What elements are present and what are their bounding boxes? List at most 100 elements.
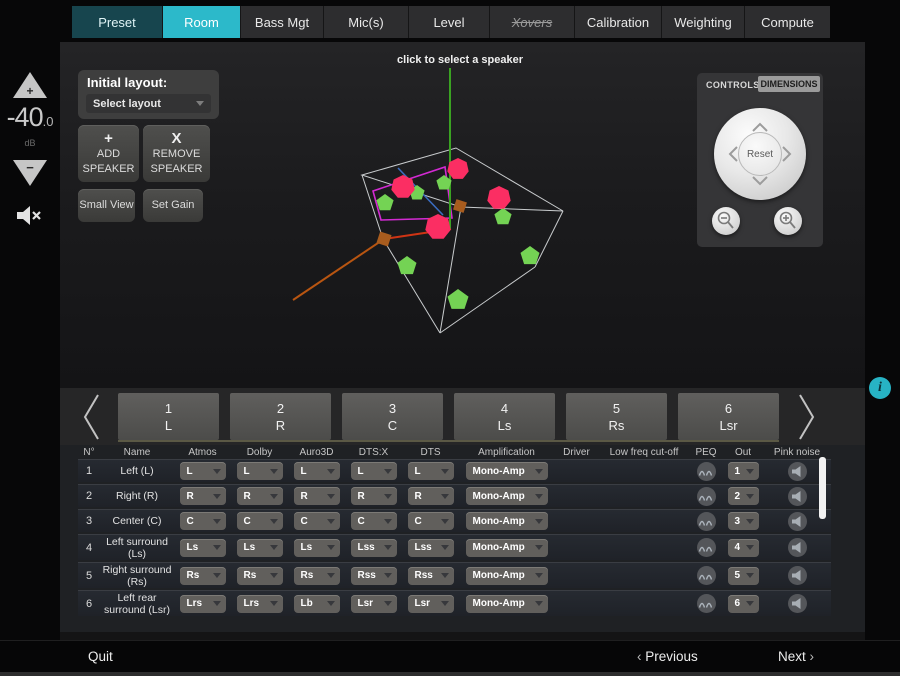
tab-room[interactable]: Room	[163, 6, 241, 38]
chevron-down-icon	[327, 494, 335, 499]
speaker-card-4[interactable]: 4Ls	[454, 393, 555, 440]
out-select[interactable]: 3	[728, 512, 759, 530]
auro3d-select[interactable]: R	[294, 487, 340, 505]
chevron-down-icon	[384, 469, 392, 474]
reset-button[interactable]: Reset	[738, 132, 782, 176]
dtsx-select[interactable]: L	[351, 462, 397, 480]
speaker-card-1[interactable]: 1L	[118, 393, 219, 440]
next-button[interactable]: Next ›	[778, 649, 814, 664]
pink-noise-button[interactable]	[788, 512, 807, 531]
pink-noise-button[interactable]	[788, 538, 807, 557]
auro3d-select[interactable]: Ls	[294, 539, 340, 557]
pink-noise-button[interactable]	[788, 566, 807, 585]
dts-select[interactable]: L	[408, 462, 454, 480]
dts-select[interactable]: Rss	[408, 567, 454, 585]
dts-select[interactable]: R	[408, 487, 454, 505]
atmos-select[interactable]: Ls	[180, 539, 226, 557]
pink-noise-button[interactable]	[788, 594, 807, 613]
auro3d-select[interactable]: C	[294, 512, 340, 530]
amplification-select[interactable]: Mono-Amp	[466, 595, 548, 613]
amplification-select[interactable]: Mono-Amp	[466, 487, 548, 505]
zoom-in-button[interactable]	[774, 207, 802, 235]
dolby-select[interactable]: Rs	[237, 567, 283, 585]
add-speaker-button[interactable]: + ADD SPEAKER	[78, 125, 139, 182]
speaker-card-2[interactable]: 2R	[230, 393, 331, 440]
previous-button[interactable]: ‹ Previous	[637, 649, 698, 664]
amplification-select[interactable]: Mono-Amp	[466, 512, 548, 530]
small-view-button[interactable]: Small View	[78, 189, 135, 222]
dtsx-select[interactable]: Lss	[351, 539, 397, 557]
dtsx-select[interactable]: Lsr	[351, 595, 397, 613]
peq-button[interactable]	[697, 594, 716, 613]
zoom-out-button[interactable]	[712, 207, 740, 235]
atmos-select[interactable]: R	[180, 487, 226, 505]
dolby-select[interactable]: C	[237, 512, 283, 530]
chevron-down-icon	[270, 494, 278, 499]
auro3d-select[interactable]: Rs	[294, 567, 340, 585]
tab-compute[interactable]: Compute	[745, 6, 830, 38]
volume-up-button[interactable]: +	[12, 70, 48, 100]
table-scrollbar-thumb[interactable]	[819, 457, 826, 519]
eq-curve-icon	[698, 542, 714, 553]
room-3d-view[interactable]	[240, 50, 710, 390]
chevron-down-icon	[746, 601, 754, 606]
atmos-select[interactable]: L	[180, 462, 226, 480]
tab-dimensions[interactable]: DIMENSIONS	[758, 76, 820, 92]
out-select[interactable]: 1	[728, 462, 759, 480]
amplification-select[interactable]: Mono-Amp	[466, 539, 548, 557]
tab-xovers[interactable]: Xovers	[490, 6, 575, 38]
tab-weighting[interactable]: Weighting	[662, 6, 745, 38]
out-select[interactable]: 2	[728, 487, 759, 505]
peq-button[interactable]	[697, 487, 716, 506]
dtsx-select[interactable]: R	[351, 487, 397, 505]
speaker-card-6[interactable]: 6Lsr	[678, 393, 779, 440]
dts-select[interactable]: C	[408, 512, 454, 530]
dts-select[interactable]: Lss	[408, 539, 454, 557]
carousel-next[interactable]	[796, 392, 818, 447]
tab-bass-mgt[interactable]: Bass Mgt	[241, 6, 324, 38]
pink-noise-button[interactable]	[788, 462, 807, 481]
dtsx-select[interactable]: Rss	[351, 567, 397, 585]
atmos-select[interactable]: Lrs	[180, 595, 226, 613]
auro3d-select[interactable]: Lb	[294, 595, 340, 613]
peq-button[interactable]	[697, 566, 716, 585]
dts-select[interactable]: Lsr	[408, 595, 454, 613]
tab-controls[interactable]: CONTROLS	[706, 80, 760, 90]
out-select[interactable]: 4	[728, 539, 759, 557]
peq-button[interactable]	[697, 462, 716, 481]
svg-text:−: −	[26, 160, 34, 175]
quit-button[interactable]: Quit	[88, 649, 113, 664]
atmos-select[interactable]: Rs	[180, 567, 226, 585]
volume-down-button[interactable]: −	[12, 158, 48, 188]
speaker-icon	[791, 569, 804, 582]
carousel-prev[interactable]	[80, 392, 102, 447]
peq-button[interactable]	[697, 512, 716, 531]
dolby-select[interactable]: Lrs	[237, 595, 283, 613]
dolby-select[interactable]: L	[237, 462, 283, 480]
auro3d-select[interactable]: L	[294, 462, 340, 480]
layout-select[interactable]: Select layout	[86, 94, 211, 113]
remove-speaker-button[interactable]: X REMOVE SPEAKER	[143, 125, 210, 182]
tab-mics[interactable]: Mic(s)	[324, 6, 409, 38]
tab-calibration[interactable]: Calibration	[575, 6, 662, 38]
amplification-select[interactable]: Mono-Amp	[466, 462, 548, 480]
out-select[interactable]: 6	[728, 595, 759, 613]
dolby-select[interactable]: Ls	[237, 539, 283, 557]
peq-button[interactable]	[697, 538, 716, 557]
amplification-select[interactable]: Mono-Amp	[466, 567, 548, 585]
mute-button[interactable]	[15, 204, 43, 233]
nav-dial[interactable]: Reset	[714, 108, 806, 200]
set-gain-button[interactable]: Set Gain	[143, 189, 203, 222]
tab-preset[interactable]: Preset	[72, 6, 163, 38]
speaker-card-5[interactable]: 5Rs	[566, 393, 667, 440]
speaker-card-3[interactable]: 3C	[342, 393, 443, 440]
pink-noise-button[interactable]	[788, 487, 807, 506]
dtsx-select[interactable]: C	[351, 512, 397, 530]
out-select[interactable]: 5	[728, 567, 759, 585]
atmos-select[interactable]: C	[180, 512, 226, 530]
chevron-down-icon	[535, 573, 543, 578]
chevron-left-icon	[80, 392, 102, 442]
tab-level[interactable]: Level	[409, 6, 490, 38]
dolby-select[interactable]: R	[237, 487, 283, 505]
info-button[interactable]: i	[869, 377, 891, 399]
